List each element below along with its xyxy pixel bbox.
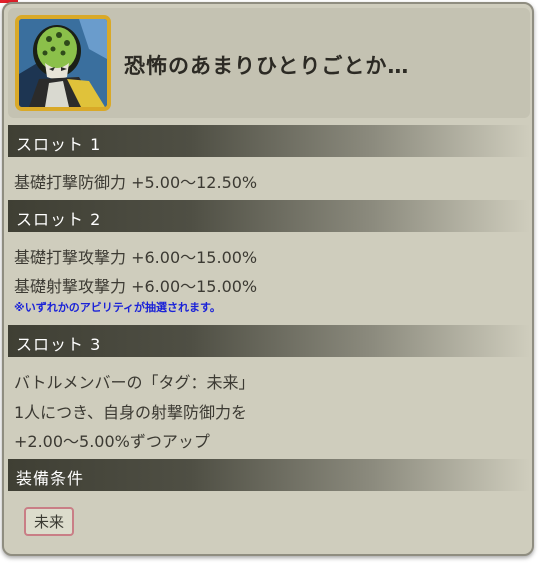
slot-2-ability-2: 基礎射撃攻撃力 +6.00〜15.00% [14,277,258,296]
slot-1-header: スロット 1 [8,125,530,157]
equip-tag-badge[interactable]: 未来 [24,507,75,536]
slot-1-ability: 基礎打撃防御力 +5.00〜12.50% [14,173,258,192]
slot-2-header: スロット 2 [8,200,530,232]
portrait-art [19,19,107,107]
slot-3-label: スロット 3 [16,335,102,354]
cell-character-portrait-icon[interactable] [15,15,111,111]
slot-1-label: スロット 1 [16,135,102,154]
slot-2-ability-1: 基礎打撃攻撃力 +6.00〜15.00% [14,248,258,267]
slot-3-line-2: 1人につき、自身の射撃防御力を [14,403,248,422]
equip-condition-label: 装備条件 [16,469,85,488]
slot-2-lottery-note: ※いずれかのアビリティが抽選されます。 [14,301,221,314]
item-header: 恐怖のあまりひとりごとか… [8,8,530,118]
slot-3-line-1: バトルメンバーの「タグ：未来」 [14,373,255,392]
slot-3-line-3: +2.00〜5.00%ずつアップ [14,432,210,451]
slot-2-label: スロット 2 [16,210,102,229]
equip-condition-header: 装備条件 [8,459,530,491]
item-title: 恐怖のあまりひとりごとか… [124,54,410,78]
item-detail-panel: 恐怖のあまりひとりごとか… スロット 1 基礎打撃防御力 +5.00〜12.50… [2,2,534,556]
slot-3-header: スロット 3 [8,325,530,357]
